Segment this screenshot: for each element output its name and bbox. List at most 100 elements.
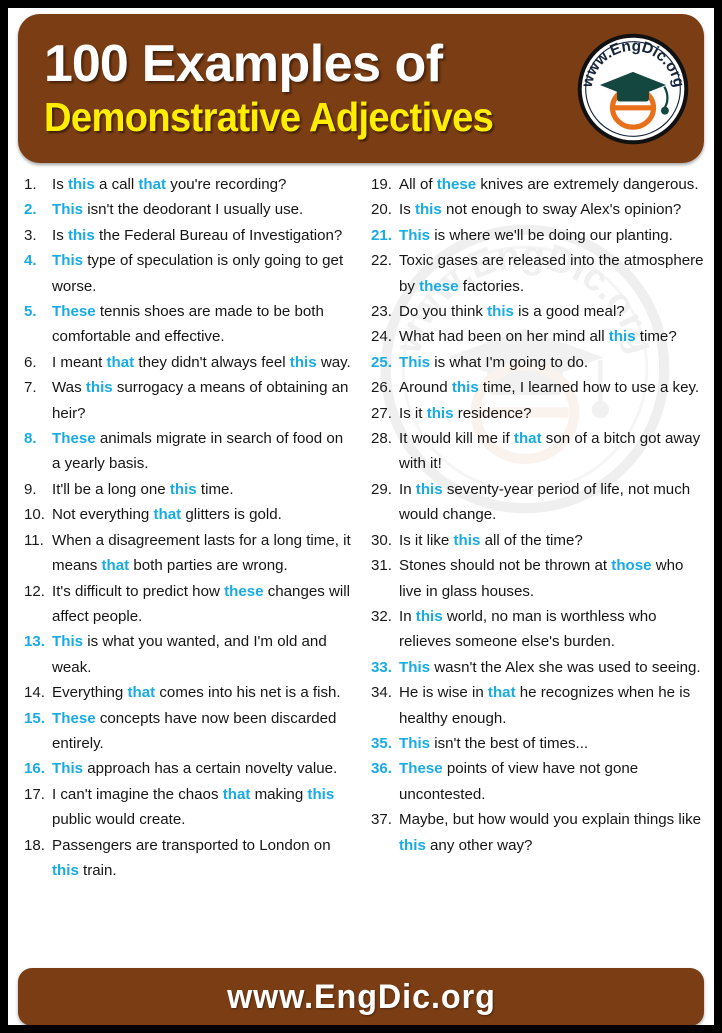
list-item-number: 34. bbox=[371, 684, 392, 702]
list-item: 23. Do you think this is a good meal? bbox=[365, 299, 704, 324]
list-item-text: This is what I'm going to do. bbox=[399, 353, 589, 371]
list-item-text: These concepts have now been discarded e… bbox=[52, 709, 337, 752]
list-item-number: 10. bbox=[24, 506, 45, 524]
demonstrative-adjective: this bbox=[307, 785, 335, 803]
list-item-number: 37. bbox=[371, 811, 392, 829]
title-count: 100 bbox=[44, 35, 129, 93]
list-item-number: 4. bbox=[24, 252, 37, 270]
list-item: 36. These points of view have not gone un… bbox=[365, 756, 704, 807]
examples-columns: 1. Is this a call that you're recording? 2… bbox=[18, 172, 704, 962]
list-item: 6. I meant that they didn't always feel t… bbox=[18, 350, 355, 375]
list-item-text: This isn't the best of times... bbox=[399, 734, 589, 752]
list-item: 12. It's difficult to predict how these c… bbox=[18, 579, 355, 630]
footer-url: www.EngDic.org bbox=[226, 977, 496, 1016]
demonstrative-adjective: this bbox=[415, 607, 443, 625]
list-item-text: This approach has a certain novelty valu… bbox=[52, 760, 338, 778]
demonstrative-adjective: This bbox=[399, 734, 431, 752]
demonstrative-adjective: this bbox=[487, 303, 514, 321]
list-item-number: 21. bbox=[371, 226, 392, 244]
list-item: 21. This is where we'll be doing our plan… bbox=[365, 223, 704, 248]
list-item-number: 2. bbox=[24, 201, 37, 219]
poster-sheet: www.EngDic.org 100 Examples of Demonstra… bbox=[8, 8, 714, 1025]
list-item-number: 13. bbox=[24, 633, 45, 651]
demonstrative-adjective: This bbox=[399, 353, 431, 371]
list-item-text: This wasn't the Alex she was used to see… bbox=[399, 658, 701, 676]
list-item-text: Stones should not be thrown at those who… bbox=[399, 557, 684, 600]
list-item: 8. These animals migrate in search of foo… bbox=[18, 426, 355, 477]
list-item: 18. Passengers are transported to London … bbox=[18, 833, 355, 884]
list-item-number: 25. bbox=[371, 353, 392, 371]
demonstrative-adjective: this bbox=[453, 531, 481, 549]
demonstrative-adjective: This bbox=[52, 201, 84, 219]
list-item-text: He is wise in that he recognizes when he… bbox=[399, 684, 691, 727]
list-item: 7. Was this surrogacy a means of obtainin… bbox=[18, 375, 355, 426]
list-item: 34. He is wise in that he recognizes when… bbox=[365, 680, 704, 731]
demonstrative-adjective: these bbox=[419, 277, 459, 295]
demonstrative-adjective: these bbox=[436, 176, 477, 193]
list-item: 35. This isn't the best of times... bbox=[365, 731, 704, 756]
list-item-text: In this seventy-year period of life, not… bbox=[399, 480, 691, 524]
list-item-text: Was this surrogacy a means of obtaining … bbox=[52, 379, 349, 422]
list-item-text: Maybe, but how would you explain things … bbox=[399, 811, 702, 854]
list-item-text: Is it this residence? bbox=[399, 404, 532, 422]
list-item-text: In this world, no man is worthless who r… bbox=[399, 607, 657, 651]
demonstrative-adjective: that bbox=[101, 557, 130, 575]
list-item: 2. This isn't the deodorant I usually use… bbox=[18, 197, 355, 222]
demonstrative-adjective: This bbox=[52, 760, 84, 778]
list-item-number: 8. bbox=[24, 430, 37, 448]
demonstrative-adjective: This bbox=[52, 252, 84, 270]
engdic-logo-icon: www.EngDic.org bbox=[577, 33, 689, 144]
list-item-text: This isn't the deodorant I usually use. bbox=[52, 201, 304, 219]
list-item-text: These animals migrate in search of food … bbox=[52, 430, 344, 473]
demonstrative-adjective: this bbox=[289, 353, 317, 371]
examples-column-left: 1. Is this a call that you're recording? 2… bbox=[18, 172, 361, 962]
list-item: 17. I can't imagine the chaos that making… bbox=[18, 782, 355, 833]
poster-footer: www.EngDic.org bbox=[18, 968, 704, 1025]
list-item-number: 6. bbox=[24, 353, 37, 371]
demonstrative-adjective: this bbox=[52, 861, 79, 879]
poster-page: www.EngDic.org 100 Examples of Demonstra… bbox=[0, 0, 722, 1033]
list-item-number: 22. bbox=[371, 252, 392, 270]
list-item: 24. What had been on her mind all this ti… bbox=[365, 324, 704, 349]
list-item-text: Passengers are transported to London on … bbox=[52, 836, 331, 879]
demonstrative-adjective: those bbox=[611, 557, 652, 575]
list-item-number: 30. bbox=[371, 531, 392, 549]
list-item-text: When a disagreement lasts for a long tim… bbox=[52, 531, 351, 575]
list-item-number: 23. bbox=[371, 303, 392, 321]
list-item-text: These tennis shoes are made to be both c… bbox=[52, 303, 324, 346]
list-item: 4. This type of speculation is only going… bbox=[18, 248, 355, 299]
page-subtitle: Demonstrative Adjectives bbox=[44, 94, 494, 140]
list-item: 31. Stones should not be thrown at those … bbox=[365, 553, 704, 604]
list-item: 1. Is this a call that you're recording? bbox=[18, 172, 355, 197]
list-item: 27. Is it this residence? bbox=[365, 401, 704, 426]
list-item-text: This is what you wanted, and I'm old and… bbox=[52, 633, 327, 676]
demonstrative-adjective: these bbox=[224, 582, 264, 600]
demonstrative-adjective: This bbox=[399, 658, 431, 676]
list-item-text: I meant that they didn't always feel thi… bbox=[52, 353, 351, 371]
demonstrative-adjective: These bbox=[52, 709, 96, 727]
title-rest: Examples of bbox=[141, 35, 443, 93]
list-item-text: Around this time, I learned how to use a… bbox=[399, 379, 700, 397]
list-item-number: 33. bbox=[371, 658, 392, 676]
demonstrative-adjective: this bbox=[415, 480, 443, 498]
list-item-text: It would kill me if that son of a bitch … bbox=[399, 430, 701, 473]
list-item: 5. These tennis shoes are made to be both… bbox=[18, 299, 355, 350]
list-item: 9. It'll be a long one this time. bbox=[18, 477, 355, 502]
list-item-number: 15. bbox=[24, 709, 45, 727]
demonstrative-adjective: this bbox=[67, 226, 95, 244]
demonstrative-adjective: this bbox=[426, 404, 454, 422]
demonstrative-adjective: this bbox=[608, 328, 636, 346]
list-item: 11. When a disagreement lasts for a long … bbox=[18, 528, 355, 579]
list-item-number: 5. bbox=[24, 303, 37, 321]
list-item: 30. Is it like this all of the time? bbox=[365, 528, 704, 553]
list-item: 19. All of these knives are extremely dan… bbox=[365, 172, 704, 197]
list-item: 20. Is this not enough to sway Alex's opi… bbox=[365, 197, 704, 222]
list-item-number: 3. bbox=[24, 226, 37, 244]
list-item-number: 26. bbox=[371, 379, 392, 397]
page-title: 100 Examples of bbox=[44, 37, 570, 92]
demonstrative-adjective: this bbox=[414, 201, 442, 219]
list-item-text: I can't imagine the chaos that making th… bbox=[52, 785, 335, 829]
list-item: 15. These concepts have now been discarde… bbox=[18, 706, 355, 757]
demonstrative-adjective: this bbox=[169, 480, 197, 498]
list-item-number: 1. bbox=[24, 176, 37, 193]
